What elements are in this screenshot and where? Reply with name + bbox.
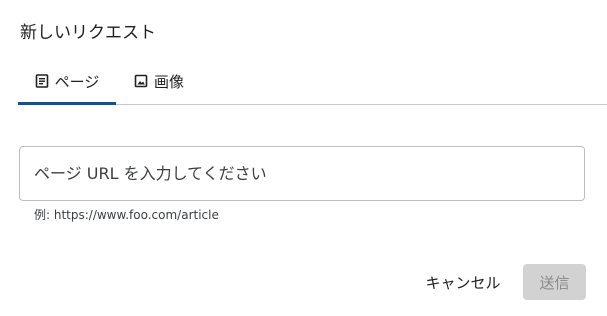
tab-bar: ページ 画像 [18, 58, 607, 105]
document-icon [35, 74, 49, 88]
page-url-input[interactable] [19, 146, 585, 201]
active-tab-indicator [18, 102, 116, 105]
new-request-dialog: 新しいリクエスト ページ 画像 ページ URL を入力してください 例: htt… [0, 0, 607, 316]
url-helper-text: 例: https://www.foo.com/article [34, 208, 219, 222]
image-icon [134, 74, 148, 88]
tab-image-label: 画像 [153, 72, 184, 91]
tab-page[interactable]: ページ [18, 58, 116, 104]
dialog-title: 新しいリクエスト [20, 23, 156, 43]
submit-button[interactable]: 送信 [523, 264, 586, 300]
cancel-button[interactable]: キャンセル [418, 265, 508, 300]
tab-image[interactable]: 画像 [116, 58, 202, 104]
tab-page-label: ページ [54, 72, 100, 91]
